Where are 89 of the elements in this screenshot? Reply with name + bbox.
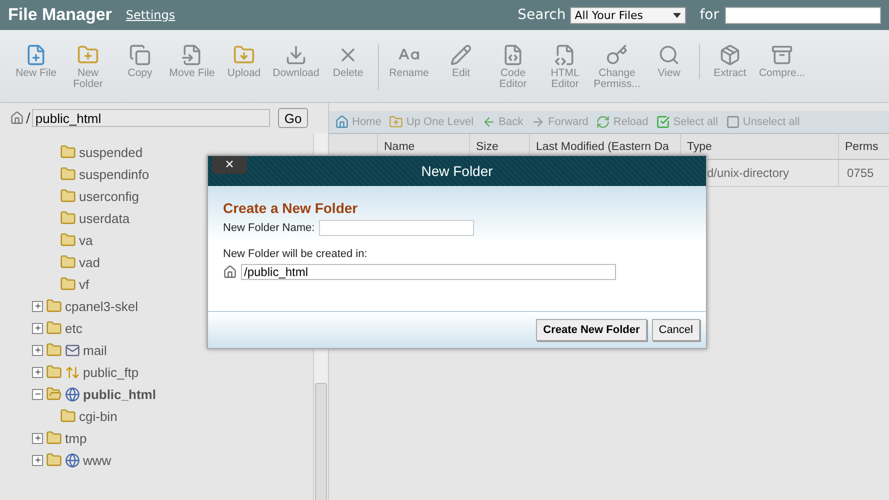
expand-toggle[interactable] — [32, 300, 43, 312]
box-icon — [719, 44, 741, 66]
expand-toggle[interactable] — [32, 454, 43, 466]
tree-item[interactable]: suspended — [79, 144, 143, 160]
tree-item[interactable]: userconfig — [79, 188, 139, 204]
dialog-title: New Folder — [421, 163, 493, 179]
collapse-toggle[interactable] — [32, 388, 43, 400]
move-file-icon — [181, 44, 203, 66]
field-label: New Folder will be created in: — [223, 248, 368, 260]
magnifier-icon — [658, 44, 680, 66]
expand-toggle[interactable] — [32, 344, 43, 356]
tree-item[interactable]: suspendinfo — [79, 166, 150, 182]
empty-box-icon — [726, 115, 740, 129]
folder-icon — [46, 452, 62, 468]
archive-icon — [771, 44, 793, 66]
copy-icon — [129, 44, 151, 66]
globe-icon — [65, 452, 80, 468]
tree-item[interactable]: vad — [79, 254, 100, 270]
folder-up-icon — [389, 115, 404, 129]
folder-icon — [60, 254, 76, 270]
download-icon — [285, 44, 307, 66]
folder-icon — [60, 166, 76, 182]
cancel-button[interactable]: Cancel — [652, 319, 700, 341]
search-scope-select[interactable]: All Your Files — [570, 6, 686, 24]
reload-icon — [596, 115, 610, 129]
expand-toggle[interactable] — [32, 322, 43, 334]
html-file-icon — [554, 44, 576, 66]
checked-box-icon — [656, 115, 670, 129]
plus-icon — [34, 368, 42, 376]
table-cell-text: d/unix-directory — [706, 165, 790, 182]
folder-icon — [46, 342, 62, 358]
column-header[interactable]: Perms — [838, 134, 889, 159]
go-button[interactable]: Go — [278, 108, 308, 128]
code-file-icon — [502, 44, 524, 66]
app-title: File Manager — [8, 5, 112, 25]
folder-icon — [46, 386, 62, 402]
expand-toggle[interactable] — [32, 432, 43, 444]
folder-icon — [60, 408, 76, 424]
folder-icon — [46, 430, 62, 446]
tree-item[interactable]: cpanel3-skel — [65, 298, 138, 314]
field-label: New Folder Name: — [223, 222, 315, 234]
folder-icon — [60, 276, 76, 292]
plus-icon — [34, 434, 42, 442]
folder-icon — [46, 364, 62, 380]
tree-item[interactable]: cgi-bin — [79, 408, 118, 424]
search-label: Search — [518, 7, 566, 23]
pencil-icon — [450, 44, 472, 66]
settings-link[interactable]: Settings — [126, 8, 176, 22]
folder-icon — [46, 320, 62, 336]
home-icon — [223, 265, 237, 279]
plus-icon — [34, 346, 42, 354]
search-field[interactable] — [725, 6, 881, 24]
globe-icon — [65, 386, 80, 402]
tree-item[interactable]: va — [79, 232, 93, 248]
arrows-icon — [65, 364, 80, 380]
folder-name-field[interactable] — [318, 220, 474, 236]
home-icon — [10, 111, 24, 125]
folder-icon — [46, 298, 62, 314]
tree-item[interactable]: etc — [65, 320, 82, 336]
home-icon — [335, 115, 349, 129]
mail-icon — [65, 342, 80, 358]
plus-icon — [34, 456, 42, 464]
folder-icon — [60, 210, 76, 226]
tree-item[interactable]: mail — [83, 342, 107, 358]
tree-item[interactable]: userdata — [79, 210, 130, 226]
path-separator: / — [26, 110, 30, 126]
tree-item[interactable]: www — [83, 452, 112, 468]
key-icon — [606, 44, 628, 66]
tree-item[interactable]: vf — [79, 276, 90, 292]
folder-icon — [60, 144, 76, 160]
folder-icon — [60, 188, 76, 204]
new-file-icon — [25, 44, 47, 66]
create-button[interactable]: Create New Folder — [536, 319, 647, 341]
for-label: for — [700, 7, 719, 23]
dialog-heading: Create a New Folder — [223, 200, 359, 216]
upload-icon — [233, 44, 255, 66]
folder-icon — [60, 232, 76, 248]
location-field[interactable]: /public_html — [241, 264, 616, 280]
close-button[interactable]: × — [212, 156, 247, 174]
tree-item[interactable]: public_html — [83, 386, 156, 402]
tree-item[interactable]: public_ftp — [83, 364, 139, 380]
expand-toggle[interactable] — [32, 366, 43, 378]
table-cell: 0755 — [838, 160, 889, 186]
new-folder-icon — [77, 44, 99, 66]
path-field[interactable]: public_html — [32, 109, 270, 127]
back-arrow-icon — [482, 115, 496, 129]
plus-icon — [34, 324, 42, 332]
plus-icon — [34, 302, 42, 310]
tree-item[interactable]: tmp — [65, 430, 87, 446]
